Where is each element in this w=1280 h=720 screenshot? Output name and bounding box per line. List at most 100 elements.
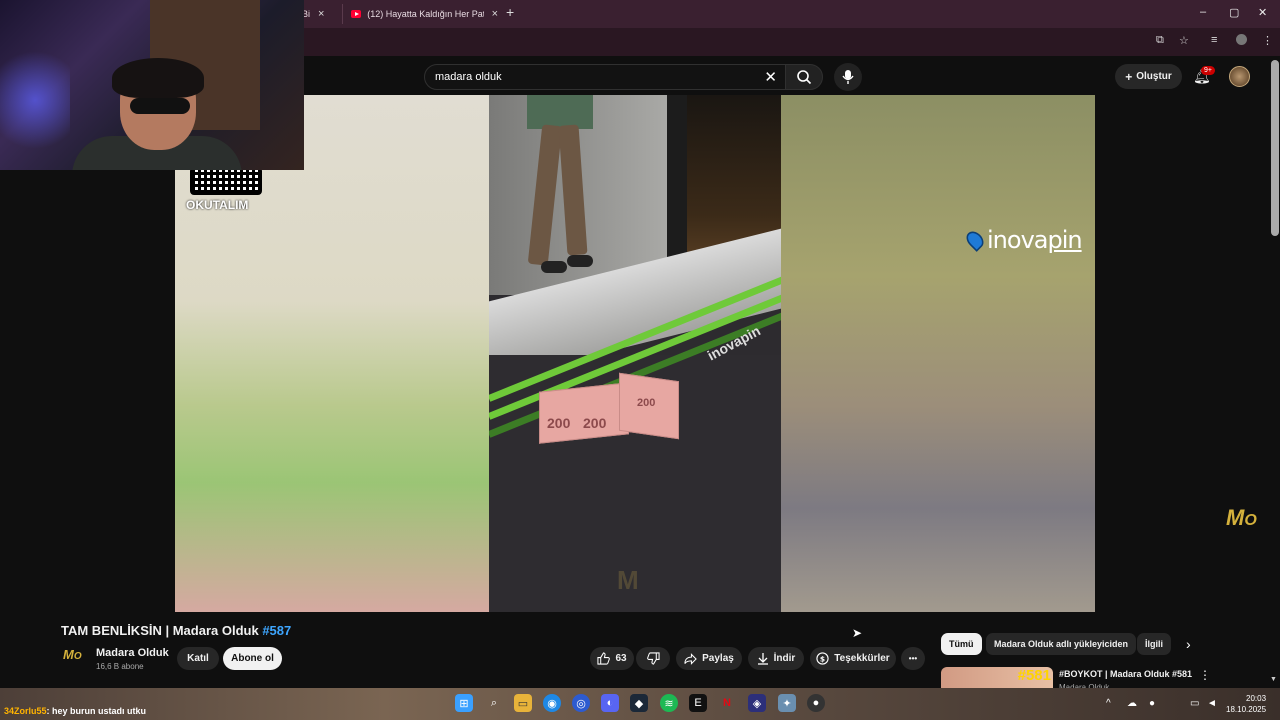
map-pin-icon	[963, 228, 987, 252]
app-icon[interactable]: ◈	[748, 694, 766, 712]
voice-search-button[interactable]	[834, 63, 862, 91]
chip-related[interactable]: İlgili	[1137, 633, 1171, 655]
page-scrollbar-thumb[interactable]	[1271, 60, 1279, 236]
chip-from-uploader[interactable]: Madara Olduk adlı yükleyiciden	[986, 633, 1137, 655]
dislike-button[interactable]	[636, 647, 670, 670]
tray-overflow-icon[interactable]: ^	[1106, 698, 1111, 709]
watermark-text: M	[617, 565, 639, 595]
sponsor-name-accent: pin	[1047, 226, 1082, 254]
video-title: TAM BENLİKSİN | Madara Olduk #587	[61, 623, 291, 638]
file-explorer-icon[interactable]: ▭	[514, 694, 532, 712]
video-title-text: TAM BENLİKSİN | Madara Olduk	[61, 623, 263, 638]
share-label: Paylaş	[702, 653, 734, 664]
related-more-icon[interactable]: ⋮	[1199, 668, 1211, 682]
discord-icon[interactable]: ◐	[601, 694, 619, 712]
spotify-icon[interactable]: ≋	[660, 694, 678, 712]
chat-text: : hey burun ustadı utku	[46, 706, 147, 716]
scroll-down-arrow-icon[interactable]: ▼	[1270, 676, 1277, 683]
scene-shirt	[527, 95, 593, 129]
like-button[interactable]: 63	[590, 647, 634, 670]
channel-avatar[interactable]: MO	[63, 647, 85, 669]
browser-alt-icon[interactable]: ◎	[572, 694, 590, 712]
thanks-label: Teşekkürler	[834, 653, 890, 664]
scene-leg	[558, 124, 588, 256]
video-player[interactable]: inovapin 200 200 200 M	[175, 95, 1095, 612]
search-taskbar-icon[interactable]: ⌕	[485, 694, 503, 712]
more-actions-button[interactable]: •••	[901, 647, 925, 670]
channel-watermark-logo: MO	[1226, 505, 1257, 530]
obs-icon[interactable]: ●	[807, 694, 825, 712]
epic-games-icon[interactable]: E	[689, 694, 707, 712]
download-button[interactable]: İndir	[748, 647, 804, 670]
search-input[interactable]: madara olduk	[435, 71, 502, 83]
thanks-button[interactable]: $ Teşekkürler	[810, 647, 896, 670]
tray-app-icon[interactable]: ●	[1149, 698, 1155, 709]
profile-icon[interactable]	[1236, 34, 1247, 45]
maximize-icon[interactable]: ▢	[1229, 6, 1239, 19]
subscribe-button[interactable]: Abone ol	[223, 647, 282, 670]
video-blur-right	[781, 95, 1095, 612]
scene-leg	[527, 124, 563, 266]
scene-person	[519, 95, 593, 275]
search-button[interactable]	[785, 64, 823, 90]
mouse-cursor-icon: ➤	[852, 626, 863, 640]
chip-all[interactable]: Tümü	[941, 633, 982, 655]
netflix-icon[interactable]: N	[718, 694, 736, 712]
cast-icon[interactable]: ⧉	[1156, 34, 1164, 47]
hashtag-link[interactable]: #587	[262, 623, 291, 638]
search-box[interactable]: madara olduk ✕	[424, 64, 786, 90]
channel-name[interactable]: Madara Olduk	[96, 647, 169, 659]
scene-shoe	[541, 261, 567, 273]
tab-previous[interactable]: Bi ×	[302, 4, 342, 24]
system-clock[interactable]: 20:03 18.10.2025	[1226, 693, 1266, 715]
new-tab-button[interactable]: +	[506, 4, 514, 20]
banknotes: 200 200 200	[539, 372, 679, 455]
clock-date: 18.10.2025	[1226, 705, 1267, 714]
network-app-icon[interactable]: ✦	[778, 694, 796, 712]
qr-caption: OKUTALIM	[186, 198, 249, 212]
volume-icon[interactable]: ◄	[1207, 698, 1217, 709]
youtube-icon	[351, 10, 362, 18]
screen: Bi × (12) Hayatta Kaldığın Her Patla × +…	[0, 0, 1280, 720]
share-arrow-icon	[684, 652, 697, 665]
qr-code	[190, 167, 262, 195]
chat-username: 34Zorlu55	[4, 706, 47, 716]
like-count: 63	[615, 653, 627, 664]
tab-label: (12) Hayatta Kaldığın Her Patla	[367, 9, 484, 19]
notification-badge: 9+	[1201, 66, 1215, 75]
svg-text:$: $	[820, 654, 825, 663]
bookmark-star-icon[interactable]: ☆	[1179, 34, 1189, 47]
minimize-icon[interactable]: –	[1200, 6, 1206, 18]
download-icon	[757, 653, 768, 665]
streamer-webcam	[0, 0, 304, 170]
account-avatar[interactable]	[1229, 66, 1250, 87]
video-watermark: M	[617, 565, 639, 596]
sponsor-logo: inovapin	[963, 226, 1083, 254]
chevron-right-icon[interactable]: ›	[1186, 636, 1191, 652]
media-queue-icon[interactable]: ≡	[1211, 34, 1217, 46]
close-window-icon[interactable]: ✕	[1258, 6, 1267, 19]
tray-app-icon[interactable]: ☁	[1127, 698, 1137, 709]
tab-close-icon[interactable]: ×	[492, 8, 498, 20]
webcam-glasses	[130, 98, 190, 114]
clock-time: 20:03	[1246, 694, 1267, 703]
join-button[interactable]: Katıl	[177, 647, 219, 670]
network-icon[interactable]: ▭	[1190, 698, 1199, 709]
related-video-title[interactable]: #BOYKOT | Madara Olduk #581	[1059, 669, 1192, 679]
create-button[interactable]: + Oluştur	[1115, 64, 1182, 89]
webcam-light	[0, 40, 70, 160]
scene-shoe	[567, 255, 593, 267]
browser-menu-icon[interactable]: ⋮	[1262, 34, 1273, 47]
share-button[interactable]: Paylaş	[676, 647, 742, 670]
chrome-icon[interactable]: ◉	[543, 694, 561, 712]
search-icon	[797, 70, 812, 85]
microphone-icon	[842, 70, 854, 84]
plus-icon: +	[1125, 69, 1133, 84]
clear-search-icon[interactable]: ✕	[764, 68, 777, 86]
windows-start-icon[interactable]: ⊞	[455, 694, 473, 712]
tab-close-icon[interactable]: ×	[318, 8, 324, 20]
stream-chat-message: 34Zorlu55: hey burun ustadı utku	[4, 706, 146, 716]
tab-active[interactable]: (12) Hayatta Kaldığın Her Patla ×	[342, 4, 498, 24]
banknote	[539, 382, 629, 444]
steam-icon[interactable]: ◆	[630, 694, 648, 712]
